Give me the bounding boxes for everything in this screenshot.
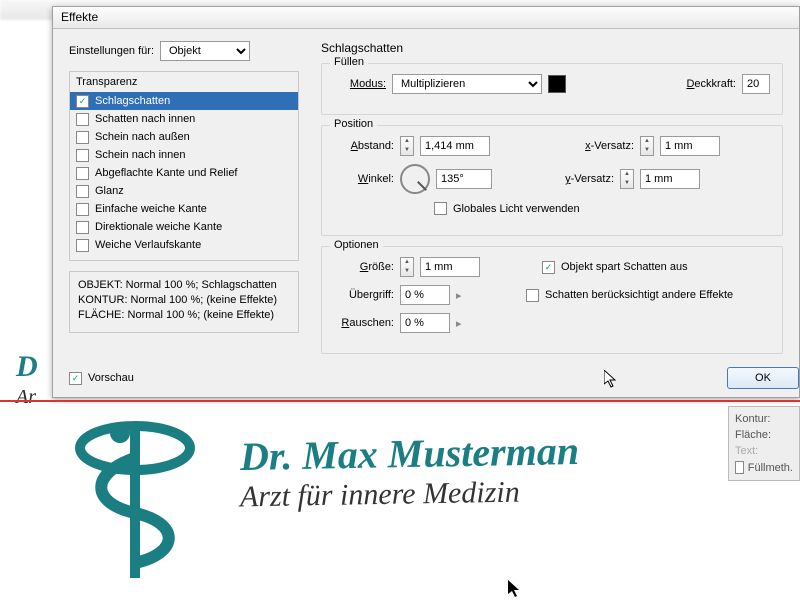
settings-for-label: Einstellungen für:: [69, 45, 154, 57]
angle-input[interactable]: [436, 169, 492, 189]
medical-logo-icon: [60, 418, 210, 591]
position-group: Position Abstand: ▲▼ x-Versatz: ▲▼ Winke…: [321, 125, 783, 236]
transparency-label: Transparenz: [70, 76, 298, 92]
checkbox[interactable]: [76, 113, 89, 126]
effect-label: Weiche Verlaufskante: [95, 239, 201, 251]
checkbox[interactable]: [76, 185, 89, 198]
knockout-checkbox[interactable]: ✓: [542, 261, 555, 274]
knockout-label: Objekt spart Schatten aus: [561, 261, 688, 273]
opacity-label: Deckkraft:: [686, 78, 736, 90]
checkbox[interactable]: [76, 203, 89, 216]
checkbox[interactable]: [76, 221, 89, 234]
angle-dial-icon[interactable]: [400, 164, 430, 194]
effect-label: Schein nach außen: [95, 131, 190, 143]
effect-item[interactable]: Weiche Verlaufskante: [70, 236, 298, 254]
fuellmeth-checkbox[interactable]: [735, 461, 744, 474]
effect-label: Schlagschatten: [95, 95, 170, 107]
honors-checkbox[interactable]: [526, 289, 539, 302]
spinner-icon[interactable]: ▲▼: [400, 136, 414, 156]
check-icon[interactable]: ✓: [76, 95, 89, 108]
artwork-headline: Dr. Max Musterman: [240, 427, 580, 480]
artwork-subline: Arzt für innere Medizin: [240, 476, 520, 515]
fill-group: Füllen Modus: Multiplizieren Deckkraft:: [321, 63, 783, 115]
side-flaeche[interactable]: Fläche:: [735, 427, 793, 443]
spread-label: Übergriff:: [334, 289, 394, 301]
spread-input[interactable]: [400, 285, 450, 305]
options-group: Optionen Größe: ▲▼ ✓ Objekt spart Schatt…: [321, 246, 783, 354]
global-light-checkbox[interactable]: [434, 202, 447, 215]
effect-label: Glanz: [95, 185, 124, 197]
spinner-icon[interactable]: ▲▼: [640, 136, 654, 156]
settings-for-select[interactable]: Objekt: [160, 41, 250, 61]
transparency-group: Transparenz ✓ Schlagschatten Schatten na…: [69, 71, 299, 261]
checkbox[interactable]: [76, 167, 89, 180]
preview-label: Vorschau: [88, 372, 134, 384]
preview-checkbox[interactable]: ✓: [69, 372, 82, 385]
effect-label: Schatten nach innen: [95, 113, 195, 125]
effect-label: Schein nach innen: [95, 149, 186, 161]
spinner-icon[interactable]: ▲▼: [400, 257, 414, 277]
bg-headline-peek: D: [16, 350, 38, 384]
guide-line: [0, 400, 800, 402]
opacity-input[interactable]: [742, 74, 770, 94]
side-kontur[interactable]: Kontur:: [735, 411, 793, 427]
status-summary: OBJEKT: Normal 100 %; Schlagschatten KON…: [69, 271, 299, 333]
angle-label: Winkel:: [334, 173, 394, 185]
checkbox[interactable]: [76, 239, 89, 252]
effect-item-schlagschatten[interactable]: ✓ Schlagschatten: [70, 92, 298, 110]
effect-item[interactable]: Einfache weiche Kante: [70, 200, 298, 218]
global-light-label: Globales Licht verwenden: [453, 203, 580, 215]
yoffset-input[interactable]: [640, 169, 700, 189]
honors-label: Schatten berücksichtigt andere Effekte: [545, 289, 733, 301]
effect-item[interactable]: Glanz: [70, 182, 298, 200]
effect-label: Einfache weiche Kante: [95, 203, 207, 215]
xoffset-label: x-Versatz:: [572, 140, 634, 152]
effect-item[interactable]: Schatten nach innen: [70, 110, 298, 128]
effect-label: Direktionale weiche Kante: [95, 221, 222, 233]
mode-select[interactable]: Multiplizieren: [392, 74, 542, 94]
size-input[interactable]: [420, 257, 480, 277]
effect-item[interactable]: Abgeflachte Kante und Relief: [70, 164, 298, 182]
effects-dialog: Effekte Einstellungen für: Objekt Transp…: [52, 6, 800, 398]
distance-input[interactable]: [420, 136, 490, 156]
dialog-title: Effekte: [53, 7, 799, 29]
side-fuellmeth: Füllmeth.: [748, 462, 793, 474]
size-label: Größe:: [334, 261, 394, 273]
effect-item[interactable]: Schein nach innen: [70, 146, 298, 164]
effect-item[interactable]: Direktionale weiche Kante: [70, 218, 298, 236]
noise-input[interactable]: [400, 313, 450, 333]
panel-title: Schlagschatten: [321, 41, 783, 55]
checkbox[interactable]: [76, 131, 89, 144]
checkbox[interactable]: [76, 149, 89, 162]
effect-item[interactable]: Schein nach außen: [70, 128, 298, 146]
side-text: Text:: [735, 443, 793, 459]
noise-label: Rauschen:: [334, 317, 394, 329]
mode-label: Modus:: [334, 78, 386, 90]
spinner-icon[interactable]: ▲▼: [620, 169, 634, 189]
effect-label: Abgeflachte Kante und Relief: [95, 167, 238, 179]
color-swatch[interactable]: [548, 75, 566, 93]
ok-button[interactable]: OK: [727, 367, 799, 389]
side-panel: Kontur: Fläche: Text: Füllmeth.: [728, 406, 800, 481]
distance-label: Abstand:: [334, 140, 394, 152]
yoffset-label: y-Versatz:: [552, 173, 614, 185]
xoffset-input[interactable]: [660, 136, 720, 156]
